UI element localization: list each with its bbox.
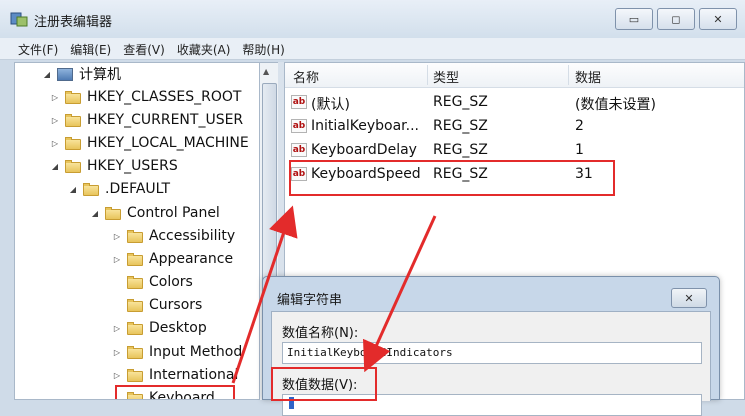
folder-icon <box>65 90 81 104</box>
expander-icon[interactable]: ▷ <box>49 116 61 125</box>
tree-node-label: HKEY_CURRENT_USER <box>87 112 244 128</box>
expander-icon[interactable]: ◢ <box>67 185 79 194</box>
expander-icon[interactable]: ◢ <box>49 162 61 171</box>
tree-node-default[interactable]: ◢ .DEFAULT <box>67 178 170 200</box>
tree-node-label: Control Panel <box>127 205 220 221</box>
folder-icon <box>127 321 143 335</box>
dialog-title: 编辑字符串 <box>277 293 343 308</box>
maximize-button[interactable]: ◻ <box>657 8 695 30</box>
expander-icon[interactable]: ▷ <box>111 324 123 333</box>
computer-icon <box>57 67 73 81</box>
folder-icon <box>127 275 143 289</box>
folder-icon <box>127 298 143 312</box>
column-divider[interactable] <box>427 65 428 85</box>
value-name: KeyboardDelay <box>311 142 417 158</box>
tree-node-label: International <box>149 367 239 383</box>
title-bar: 注册表编辑器 ▭ ◻ ✕ <box>0 0 745 38</box>
tree-node-control-panel[interactable]: ◢ Control Panel <box>89 202 220 224</box>
value-type: REG_SZ <box>433 118 488 134</box>
expander-icon[interactable]: ▷ <box>49 93 61 102</box>
folder-icon <box>65 159 81 173</box>
tree-node-label: Input Method <box>149 344 243 360</box>
minimize-button[interactable]: ▭ <box>615 8 653 30</box>
menu-help[interactable]: 帮助(H) <box>238 38 292 59</box>
menu-file[interactable]: 文件(F) <box>14 38 66 59</box>
value-name: (默认) <box>311 97 350 113</box>
expander-icon[interactable]: ▷ <box>111 255 123 264</box>
tree-node-hkey-users[interactable]: ◢ HKEY_USERS <box>49 155 178 177</box>
edit-string-dialog: 编辑字符串 ✕ 数值名称(N): InitialKeyboardIndicato… <box>262 276 720 416</box>
list-row[interactable]: ab (默认) REG_SZ (数值未设置) <box>285 91 744 114</box>
caption-buttons: ▭ ◻ ✕ <box>615 8 737 30</box>
tree-node-label: Desktop <box>149 320 207 336</box>
tree-node-label: 计算机 <box>79 67 121 83</box>
tree-node-label: Accessibility <box>149 228 236 244</box>
string-value-icon: ab <box>291 143 307 157</box>
tree-node-label: Colors <box>149 274 193 290</box>
folder-icon <box>83 182 99 196</box>
expander-icon[interactable]: ▷ <box>111 348 123 357</box>
folder-icon <box>127 229 143 243</box>
folder-icon <box>65 113 81 127</box>
tree-node-hkey-current-user[interactable]: ▷ HKEY_CURRENT_USER <box>49 109 243 131</box>
tree-node-label: HKEY_CLASSES_ROOT <box>87 89 242 105</box>
tree-node-hkey-local-machine[interactable]: ▷ HKEY_LOCAL_MACHINE <box>49 132 249 154</box>
tree-node-colors[interactable]: Colors <box>111 271 193 293</box>
tree-node-appearance[interactable]: ▷ Appearance <box>111 248 233 270</box>
window-title: 注册表编辑器 <box>34 15 113 30</box>
value-data: 1 <box>575 142 584 158</box>
value-name-label: 数值名称(N): <box>282 326 359 341</box>
value-type: REG_SZ <box>433 142 488 158</box>
list-header: 名称 类型 数据 <box>285 63 744 88</box>
value-name-field[interactable]: InitialKeyboardIndicators <box>282 342 702 364</box>
tree-node-label: Cursors <box>149 297 203 313</box>
dialog-close-button[interactable]: ✕ <box>671 288 707 308</box>
folder-icon <box>105 206 121 220</box>
menu-edit[interactable]: 编辑(E) <box>66 38 119 59</box>
list-row[interactable]: ab InitialKeyboar... REG_SZ 2 <box>285 115 744 138</box>
column-header-type[interactable]: 类型 <box>433 67 459 86</box>
scroll-up-icon[interactable]: ▲ <box>263 67 269 76</box>
keyboardspeed-highlight-box <box>289 160 615 196</box>
tree-node-cursors[interactable]: Cursors <box>111 294 202 316</box>
tree-node-international[interactable]: ▷ International <box>111 364 238 386</box>
tree-node-label: Appearance <box>149 251 234 267</box>
string-value-icon: ab <box>291 95 307 109</box>
value-data: 2 <box>575 118 584 134</box>
tree-node-label: HKEY_LOCAL_MACHINE <box>87 135 249 151</box>
menu-favorites[interactable]: 收藏夹(A) <box>173 38 239 59</box>
menu-view[interactable]: 查看(V) <box>119 38 173 59</box>
folder-icon <box>127 345 143 359</box>
tree-node-input-method[interactable]: ▷ Input Method <box>111 341 242 363</box>
expander-icon[interactable]: ▷ <box>111 232 123 241</box>
tree-node-accessibility[interactable]: ▷ Accessibility <box>111 225 235 247</box>
regedit-app-icon <box>10 12 28 27</box>
tree-node-desktop[interactable]: ▷ Desktop <box>111 317 207 339</box>
list-row[interactable]: ab KeyboardDelay REG_SZ 1 <box>285 139 744 162</box>
keyboard-highlight-box <box>115 385 235 399</box>
value-data: (数值未设置) <box>575 97 656 113</box>
menu-bar: 文件(F) 编辑(E) 查看(V) 收藏夹(A) 帮助(H) <box>0 38 745 60</box>
registry-tree: ◢ 计算机 ▷ HKEY_CLASSES_ROOT ▷ HKEY_CURRENT… <box>14 62 260 400</box>
regedit-window: 注册表编辑器 ▭ ◻ ✕ 文件(F) 编辑(E) 查看(V) 收藏夹(A) 帮助… <box>0 0 745 416</box>
tree-node-hkey-classes-root[interactable]: ▷ HKEY_CLASSES_ROOT <box>49 86 241 108</box>
expander-icon[interactable]: ◢ <box>89 209 101 218</box>
folder-icon <box>65 136 81 150</box>
tree-node-computer[interactable]: ◢ 计算机 <box>41 63 121 85</box>
value-name: InitialKeyboar... <box>311 118 419 134</box>
expander-icon[interactable]: ▷ <box>49 139 61 148</box>
tree-node-label: .DEFAULT <box>105 181 171 197</box>
column-header-data[interactable]: 数据 <box>575 67 601 86</box>
value-data-highlight-box <box>271 367 377 401</box>
folder-icon <box>127 252 143 266</box>
folder-icon <box>127 368 143 382</box>
value-type: REG_SZ <box>433 94 488 110</box>
column-divider[interactable] <box>568 65 569 85</box>
tree-node-label: HKEY_USERS <box>87 158 178 174</box>
string-value-icon: ab <box>291 119 307 133</box>
expander-icon[interactable]: ▷ <box>111 371 123 380</box>
expander-icon[interactable]: ◢ <box>41 70 53 79</box>
column-header-name[interactable]: 名称 <box>293 67 319 86</box>
close-button[interactable]: ✕ <box>699 8 737 30</box>
